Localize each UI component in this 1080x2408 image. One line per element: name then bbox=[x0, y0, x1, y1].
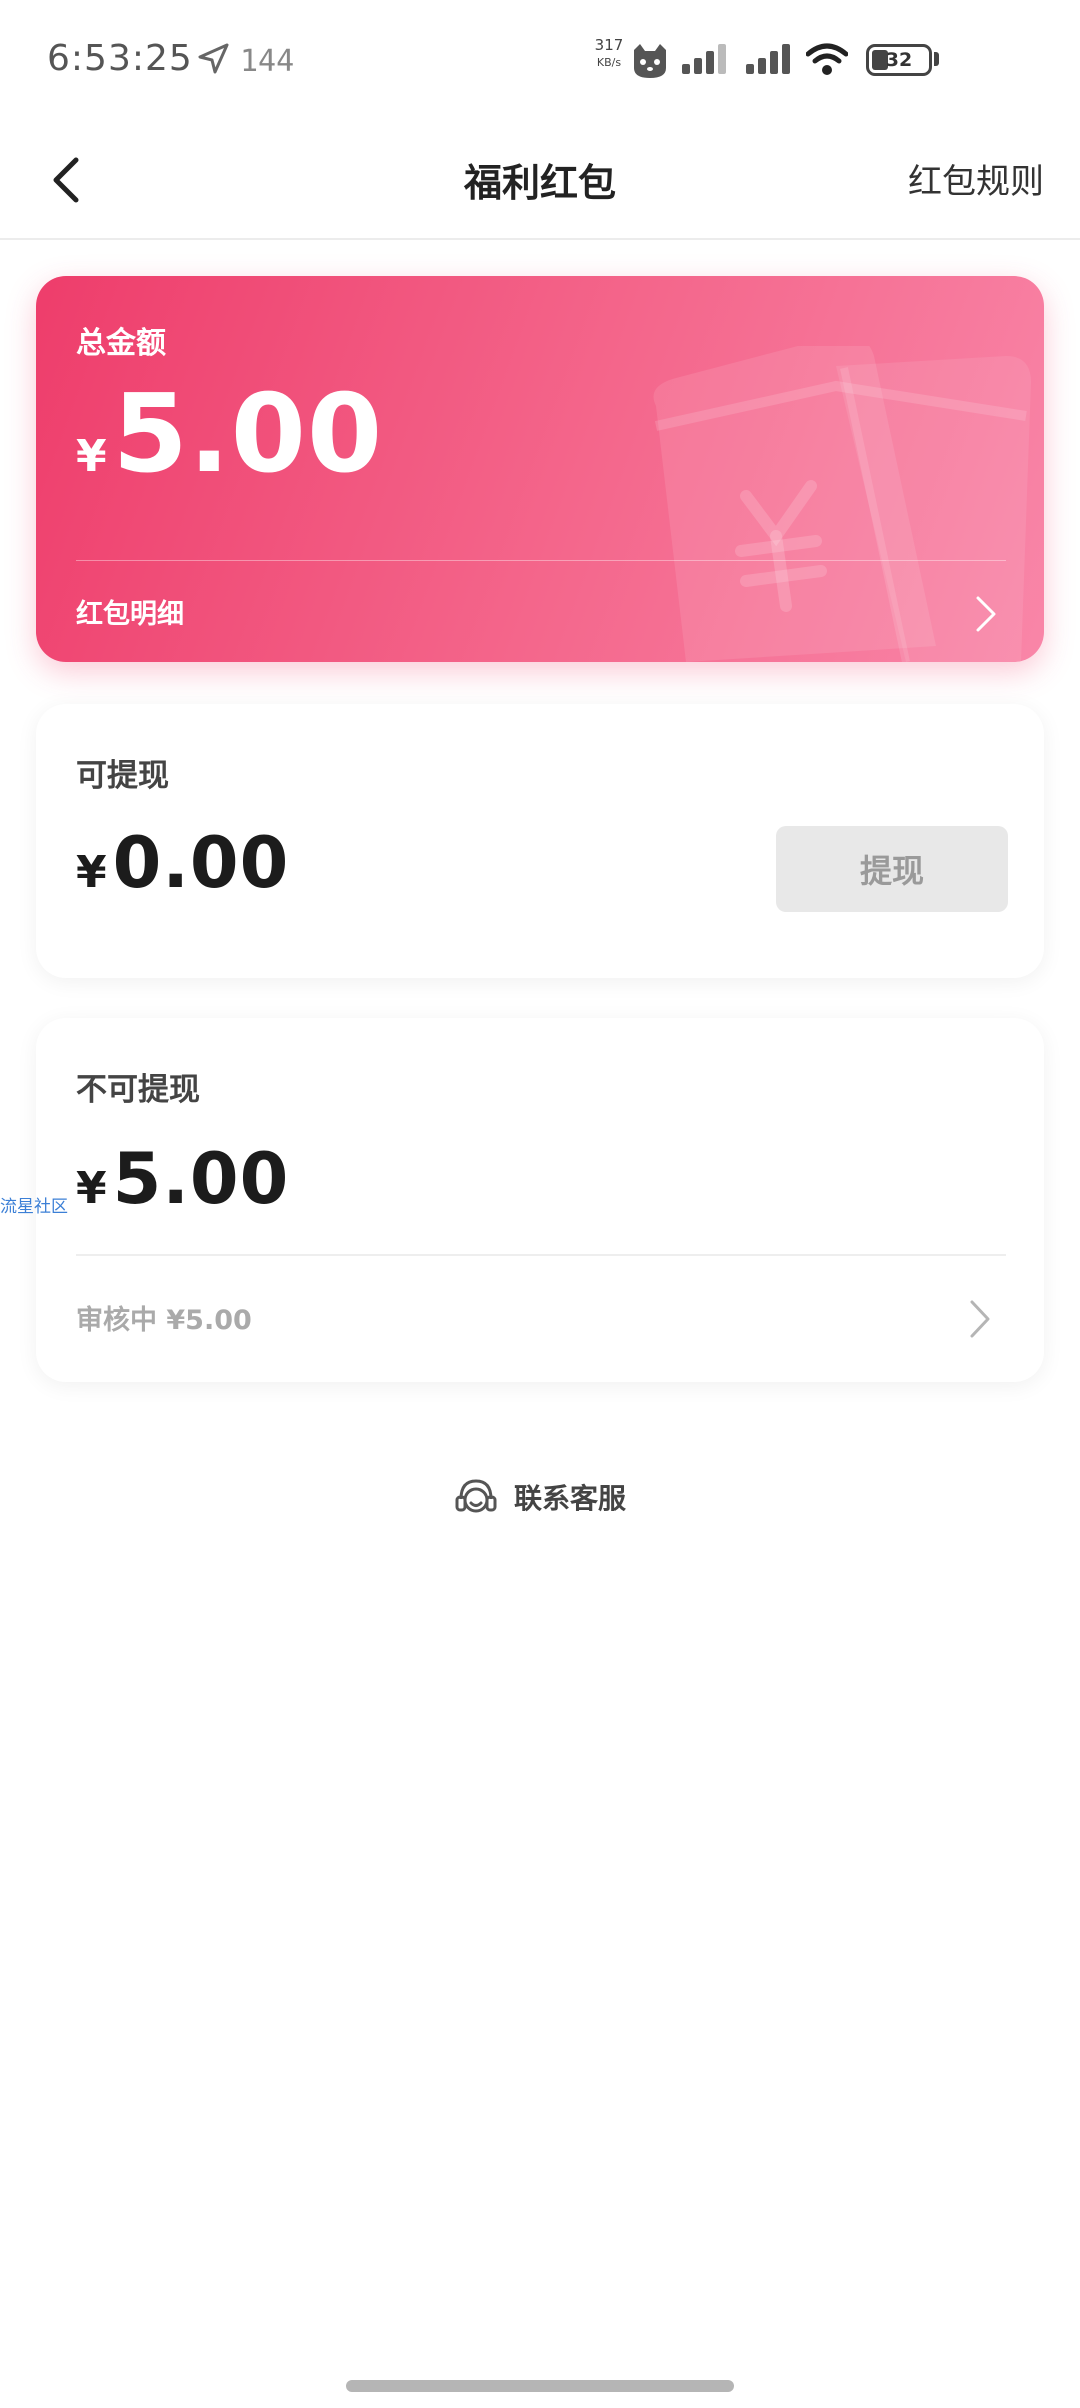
total-amount-label: 总金额 bbox=[76, 326, 166, 361]
red-packet-details-label: 红包明细 bbox=[76, 599, 184, 630]
withdrawable-label: 可提现 bbox=[76, 758, 169, 794]
under-review-row[interactable]: 审核中 ¥5.00 bbox=[36, 1256, 1044, 1382]
red-packet-rules-link[interactable]: 红包规则 bbox=[908, 154, 1044, 203]
non-withdrawable-currency-symbol: ¥ bbox=[76, 1163, 107, 1214]
nav-bar: 福利红包 红包规则 bbox=[0, 120, 1080, 240]
headset-icon bbox=[455, 1479, 497, 1513]
network-speed: 317 KB/s bbox=[584, 36, 634, 69]
refresh-rate: 144 bbox=[240, 44, 295, 79]
signal-bars-icon-2 bbox=[746, 44, 790, 74]
battery-level: 32 bbox=[885, 49, 913, 71]
non-withdrawable-label: 不可提现 bbox=[76, 1072, 200, 1108]
red-packet-details-row[interactable]: 红包明细 bbox=[36, 562, 1044, 662]
total-card-divider bbox=[76, 560, 1006, 561]
total-currency-symbol: ¥ bbox=[76, 431, 107, 482]
non-withdrawable-card: 不可提现 ¥ 5.00 审核中 ¥5.00 bbox=[36, 1018, 1044, 1382]
location-arrow-icon bbox=[198, 43, 229, 74]
contact-customer-service-button[interactable]: 联系客服 bbox=[452, 1472, 626, 1522]
withdrawable-amount-number: 0.00 bbox=[112, 822, 290, 904]
withdrawable-card: 可提现 ¥ 0.00 提现 bbox=[36, 704, 1044, 978]
non-withdrawable-amount: ¥ 5.00 bbox=[76, 1144, 289, 1214]
watermark-text: 流星社区 bbox=[0, 1197, 68, 1217]
network-speed-value: 317 bbox=[594, 36, 624, 54]
total-amount-number: 5.00 bbox=[112, 372, 384, 497]
total-amount-card: 总金额 ¥ 5.00 红包明细 bbox=[36, 276, 1044, 662]
network-speed-unit: KB/s bbox=[596, 56, 622, 69]
cat-app-icon bbox=[634, 44, 666, 78]
withdraw-button[interactable]: 提现 bbox=[776, 826, 1008, 912]
withdrawable-currency-symbol: ¥ bbox=[76, 847, 107, 898]
withdrawable-amount: ¥ 0.00 bbox=[76, 828, 289, 898]
total-amount-value: ¥ 5.00 bbox=[76, 381, 383, 489]
contact-customer-service-label: 联系客服 bbox=[514, 1482, 627, 1515]
under-review-text: 审核中 ¥5.00 bbox=[76, 1305, 252, 1336]
non-withdrawable-amount-number: 5.00 bbox=[112, 1138, 290, 1220]
home-indicator[interactable] bbox=[346, 2380, 734, 2392]
battery-cap bbox=[934, 52, 939, 66]
wifi-icon bbox=[806, 43, 848, 75]
chevron-right-icon bbox=[970, 1300, 990, 1338]
battery-icon: 32 bbox=[866, 44, 932, 76]
signal-bars-icon-1 bbox=[682, 44, 726, 74]
chevron-right-icon bbox=[976, 596, 996, 632]
status-time: 6:53:25 bbox=[47, 38, 193, 79]
status-bar: 6:53:25 144 317 KB/s 32 bbox=[0, 0, 1080, 120]
